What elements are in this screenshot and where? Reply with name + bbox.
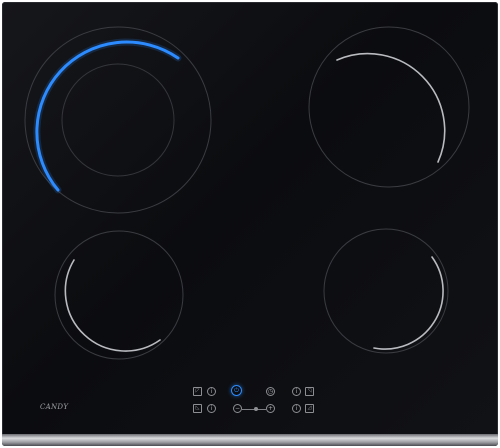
zone-front-right-ring: [323, 228, 449, 354]
power-level-slider-handle[interactable]: [254, 407, 258, 411]
timer-icon[interactable]: ◷: [266, 387, 275, 396]
zone-select-front-left-icon[interactable]: ◺: [193, 404, 202, 413]
zone-select-front-right-icon[interactable]: ◿: [305, 404, 314, 413]
power-button[interactable]: ⏻: [231, 385, 242, 396]
zone-front-right-arc: [373, 256, 444, 350]
zone-rear-right-arc: [336, 52, 446, 163]
zone-front-right[interactable]: [323, 228, 449, 354]
plus-button[interactable]: +: [266, 404, 275, 413]
zone-rear-left[interactable]: [24, 26, 212, 214]
minus-button[interactable]: −: [233, 404, 242, 413]
zone-select-rear-left-icon[interactable]: ◸: [193, 387, 202, 396]
zone-front-left-ring: [54, 230, 184, 360]
zone-front-left[interactable]: [54, 230, 184, 360]
zone-rear-left-inner-ring: [61, 63, 175, 177]
stainless-frame-strip: [2, 434, 498, 446]
lock-left-icon[interactable]: i: [207, 404, 216, 413]
timer-right-icon[interactable]: i: [292, 387, 301, 396]
zone-rear-left-active-arc: [35, 40, 180, 192]
zone-rear-right-ring: [308, 26, 470, 188]
zone-rear-left-active-arc-glow: [33, 38, 182, 194]
timer-left-icon[interactable]: i: [207, 387, 216, 396]
lock-right-icon[interactable]: i: [292, 404, 301, 413]
zone-front-left-arc: [64, 259, 161, 352]
brand-logo: CANDY: [40, 403, 69, 411]
cooktop-glass-panel: CANDY ◸ i ⏻ ◷ i ◹ ◺ i − + i ◿: [2, 2, 498, 446]
zone-rear-right[interactable]: [308, 26, 470, 188]
zone-select-rear-right-icon[interactable]: ◹: [305, 387, 314, 396]
cooking-zones-layer: [24, 26, 470, 360]
